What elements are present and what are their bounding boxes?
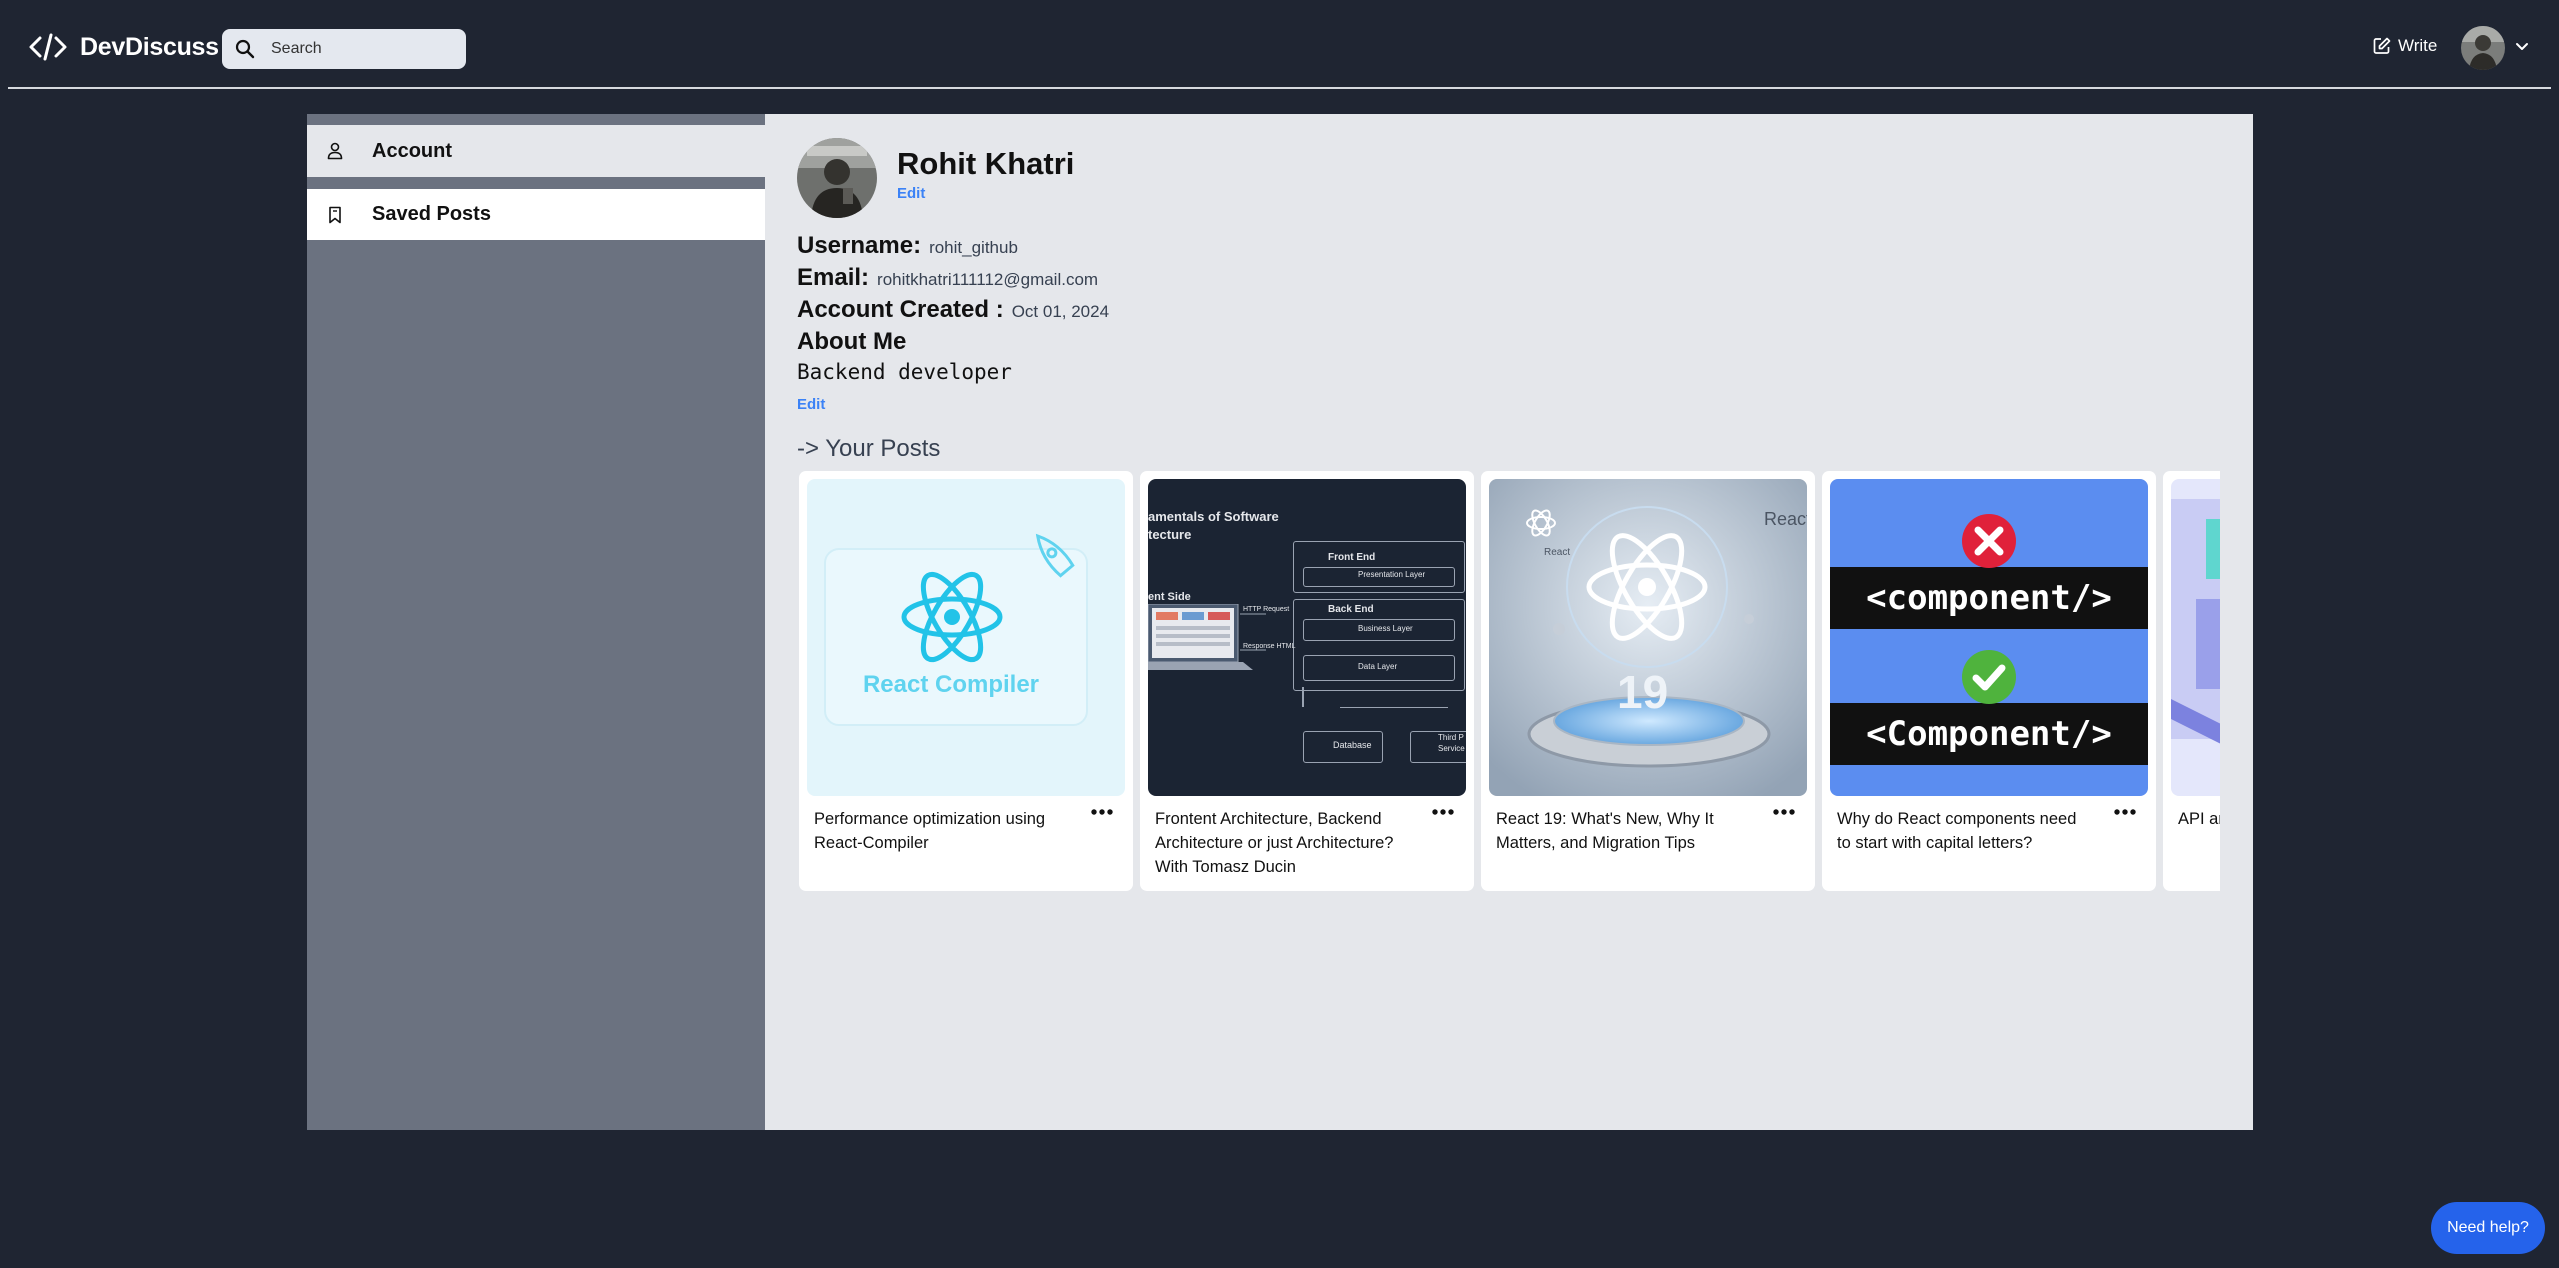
bookmark-icon xyxy=(329,206,341,223)
profile-avatar xyxy=(797,138,877,218)
sidebar-item-label: Saved Posts xyxy=(372,203,491,225)
search-icon xyxy=(235,39,255,59)
sidebar-item-account[interactable]: Account xyxy=(307,125,765,177)
post-thumbnail: React Compiler xyxy=(807,479,1125,796)
email-row: Email: rohitkhatri111112@gmail.com xyxy=(797,264,1098,292)
username-label: Username: xyxy=(797,232,922,259)
thumb-caption: React Compiler xyxy=(862,671,1040,698)
post-thumbnail: <component/> <Component/> xyxy=(1830,479,2148,796)
sidebar-item-saved-posts[interactable]: Saved Posts xyxy=(307,189,765,240)
more-icon[interactable] xyxy=(1432,809,1454,815)
user-icon xyxy=(327,142,343,160)
email-label: Email: xyxy=(797,264,870,291)
about-text: Backend developer xyxy=(797,360,1012,384)
post-title[interactable]: Frontent Architecture, Backend Architect… xyxy=(1155,807,1410,879)
profile-panel: Rohit Khatri Edit Username: rohit_github… xyxy=(765,114,2253,1130)
thumb-text: React xyxy=(1544,547,1571,558)
created-value: Oct 01, 2024 xyxy=(1011,302,1110,321)
thumb-text: amentals of Software xyxy=(1148,509,1279,524)
post-thumbnail: amentals of Software tecture Front End P… xyxy=(1148,479,1466,796)
thumb-text: <Component/> xyxy=(1866,714,2112,754)
search-input[interactable] xyxy=(269,39,453,59)
edit-icon xyxy=(2373,37,2391,54)
profile-name: Rohit Khatri xyxy=(897,146,1075,181)
created-label: Account Created : xyxy=(797,296,1004,323)
thumb-text: Data Layer xyxy=(1358,662,1398,671)
post-card[interactable]: 19 React React React 19: What's New, Why… xyxy=(1481,471,1815,891)
more-icon[interactable] xyxy=(1773,809,1795,815)
post-card[interactable]: <component/> <Component/> Why do React c… xyxy=(1822,471,2156,891)
search-box[interactable] xyxy=(222,29,466,69)
username-row: Username: rohit_github xyxy=(797,232,1018,260)
sidebar-item-label: Account xyxy=(372,139,452,162)
post-thumbnail: 19 React React xyxy=(1489,479,1807,796)
email-value: rohitkhatri111112@gmail.com xyxy=(877,270,1099,289)
thumb-text: Presentation Layer xyxy=(1358,570,1426,579)
write-label: Write xyxy=(2398,36,2438,55)
edit-name-link[interactable]: Edit xyxy=(897,185,925,202)
post-thumbnail xyxy=(2171,479,2220,796)
thumb-text: tecture xyxy=(1148,527,1192,542)
thumb-text: <component/> xyxy=(1866,578,2112,618)
post-title[interactable]: Performance optimization using React-Com… xyxy=(814,807,1069,855)
write-button[interactable]: Write xyxy=(2372,36,2437,56)
need-help-button[interactable]: Need help? xyxy=(2431,1202,2545,1254)
chevron-down-icon[interactable] xyxy=(2515,42,2529,52)
your-posts-heading: -> Your Posts xyxy=(797,435,941,462)
edit-about-link[interactable]: Edit xyxy=(797,396,825,413)
post-title[interactable]: React 19: What's New, Why It Matters, an… xyxy=(1496,807,1751,855)
more-icon[interactable] xyxy=(1091,809,1113,815)
thumb-text: Database xyxy=(1333,740,1372,750)
avatar[interactable] xyxy=(2461,26,2505,70)
username-value: rohit_github xyxy=(929,238,1018,257)
logo[interactable]: DevDiscuss xyxy=(28,32,219,62)
navbar-divider xyxy=(8,87,2551,89)
post-card[interactable]: API ar Optim xyxy=(2163,471,2220,891)
thumb-caption: 19 xyxy=(1617,666,1669,718)
post-title[interactable]: Why do React components need to start wi… xyxy=(1837,807,2092,855)
thumb-text: Service xyxy=(1438,744,1465,753)
logo-text: DevDiscuss xyxy=(80,32,219,61)
post-card[interactable]: amentals of Software tecture Front End P… xyxy=(1140,471,1474,891)
thumb-text: ent Side xyxy=(1148,591,1191,603)
thumb-text: Back End xyxy=(1328,604,1374,615)
thumb-text: Front End xyxy=(1328,552,1376,563)
thumb-text: Business Layer xyxy=(1358,624,1413,633)
posts-carousel[interactable]: React Compiler Performance optimization … xyxy=(799,471,2220,893)
thumb-text: Third P xyxy=(1438,733,1464,742)
navbar: DevDiscuss Write xyxy=(0,0,2559,88)
sidebar: Account Saved Posts xyxy=(307,114,765,1130)
post-card[interactable]: React Compiler Performance optimization … xyxy=(799,471,1133,891)
more-icon[interactable] xyxy=(2114,809,2136,815)
created-row: Account Created : Oct 01, 2024 xyxy=(797,296,1109,324)
post-title[interactable]: API ar Optim xyxy=(2178,807,2220,831)
code-icon xyxy=(29,33,67,61)
about-heading: About Me xyxy=(797,328,907,355)
thumb-text: React xyxy=(1764,509,1807,529)
